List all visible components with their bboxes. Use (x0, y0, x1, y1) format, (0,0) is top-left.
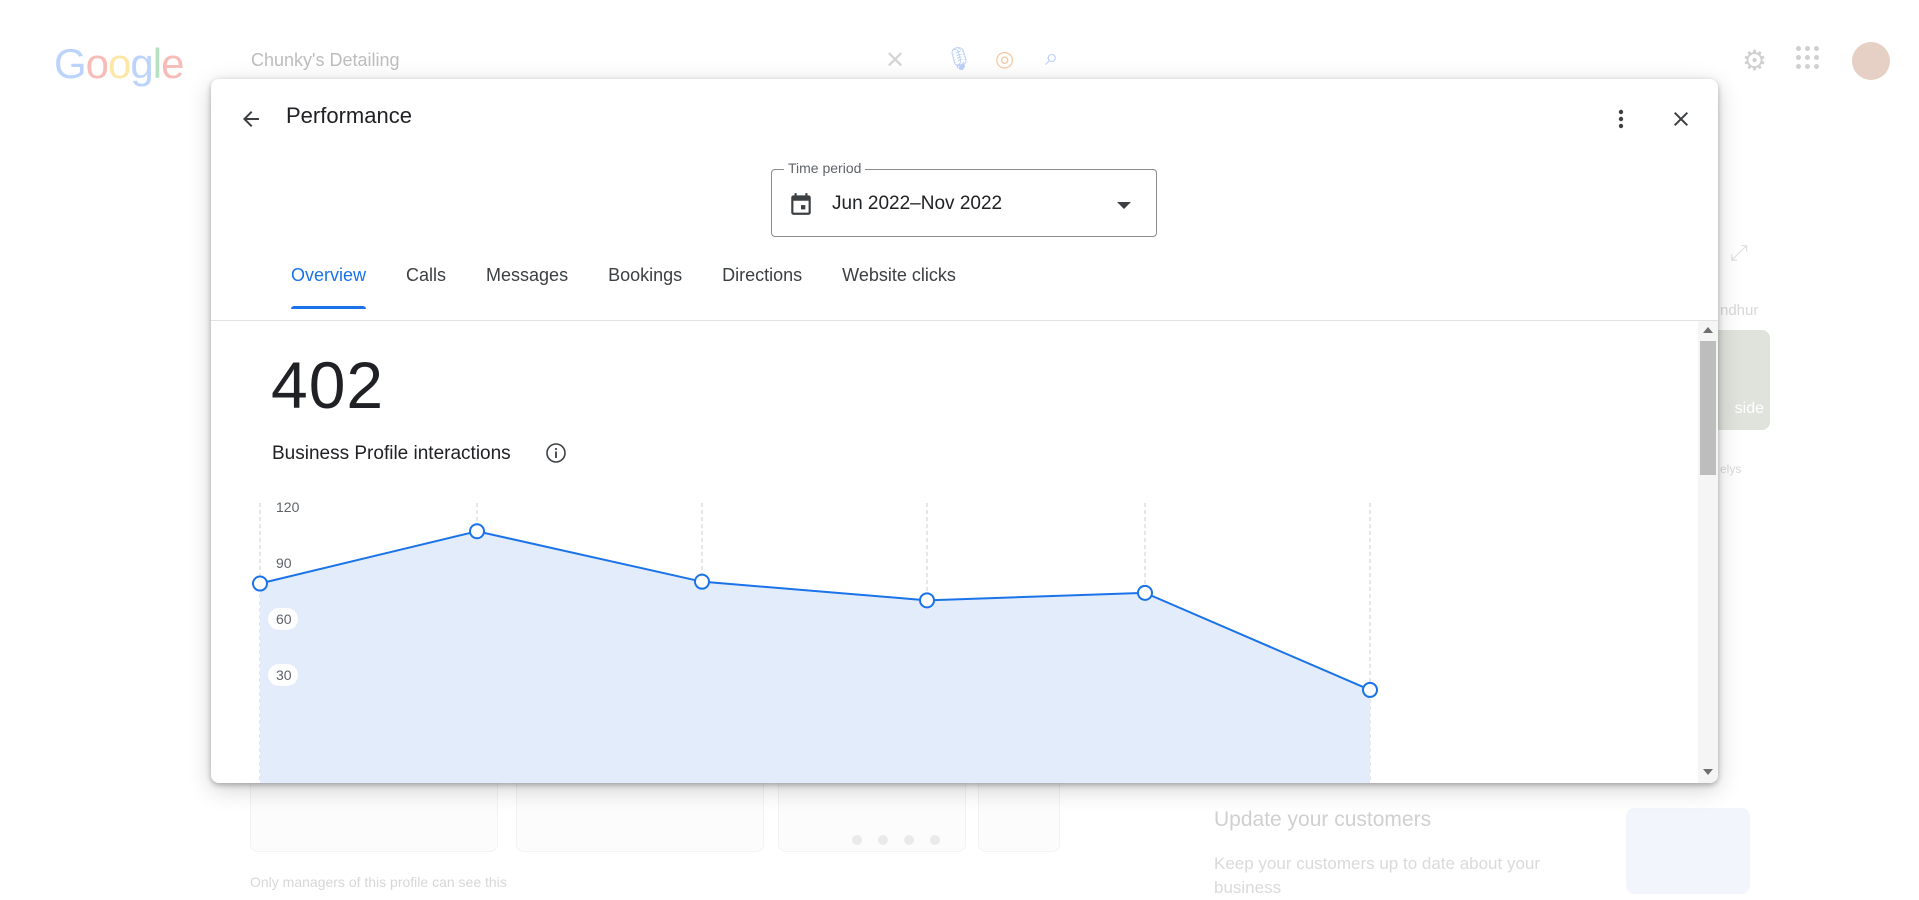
interactions-chart: 30 60 90 120 (252, 499, 1378, 783)
data-point-nov-2022 (1362, 681, 1378, 698)
tab-directions[interactable]: Directions (702, 265, 822, 305)
calendar-icon (791, 193, 811, 215)
area-fill (260, 531, 1370, 783)
scroll-up-arrow-icon[interactable] (1703, 327, 1713, 333)
settings-gear-icon: ⚙ (1742, 45, 1768, 76)
expand-icon: ⤢ (1730, 240, 1748, 265)
y-tick-label: 30 (276, 667, 292, 683)
apps-grid-icon (1796, 46, 1820, 70)
avatar (1852, 42, 1890, 80)
managers-note: Only managers of this profile can see th… (250, 874, 507, 890)
close-button[interactable] (1661, 99, 1701, 139)
close-icon (1674, 112, 1688, 126)
metric-label: Business Profile interactions (272, 443, 511, 464)
update-description: Keep your customers up to date about you… (1214, 854, 1541, 897)
dialog-title: Performance (286, 103, 412, 128)
update-title: Update your customers (1214, 808, 1432, 831)
more-options-button[interactable] (1601, 99, 1641, 139)
tab-website-clicks[interactable]: Website clicks (822, 265, 976, 305)
metric-tabs: Overview Calls Messages Bookings Directi… (271, 265, 976, 309)
y-tick-label: 120 (276, 499, 300, 515)
back-button[interactable] (231, 99, 271, 139)
side-caption: elys (1720, 462, 1742, 476)
lens-icon: ◎ (995, 46, 1015, 71)
tab-bookings[interactable]: Bookings (588, 265, 702, 305)
data-point-sep-2022 (919, 592, 935, 609)
scrollbar[interactable] (1698, 321, 1718, 783)
arrow-back-icon (243, 111, 259, 127)
search-query: Chunky's Detailing (251, 50, 400, 70)
y-tick-label: 60 (276, 611, 292, 627)
side-text: ndhur (1720, 302, 1759, 319)
time-period-select[interactable]: Time period Jun 2022–Nov 2022 (771, 160, 1157, 237)
overview-panel: 402 Business Profile interactions 30 60 90… (211, 321, 1698, 783)
info-icon[interactable] (544, 441, 568, 465)
more-vert-icon (1618, 109, 1624, 129)
scroll-thumb[interactable] (1700, 341, 1716, 475)
data-point-jun-2022 (252, 575, 268, 592)
mic-icon: 🎙 (945, 46, 973, 71)
clear-icon: ✕ (885, 47, 906, 74)
data-point-oct-2022 (1137, 584, 1153, 601)
megaphone-illustration (1626, 808, 1750, 894)
performance-dialog: Performance Time period Jun 2022–Nov 202… (211, 79, 1718, 783)
time-period-value: Jun 2022–Nov 2022 (832, 193, 1003, 214)
tab-calls[interactable]: Calls (386, 265, 466, 305)
search-bar: Chunky's Detailing ✕ 🎙 ◎ ⌕ (225, 38, 1095, 82)
google-logo: Google (54, 40, 184, 87)
y-tick-label: 90 (276, 555, 292, 571)
tab-messages[interactable]: Messages (466, 265, 588, 305)
data-point-aug-2022 (694, 573, 710, 590)
tab-overview[interactable]: Overview (271, 265, 386, 309)
side-thumbnail: side (1718, 330, 1770, 430)
total-interactions: 402 (271, 348, 385, 422)
search-icon: ⌕ (1045, 44, 1059, 71)
time-period-label: Time period (784, 160, 866, 176)
scroll-down-arrow-icon[interactable] (1703, 769, 1713, 775)
data-point-jul-2022 (469, 523, 485, 540)
dropdown-arrow-icon (1117, 202, 1131, 209)
carousel-dots (852, 832, 956, 850)
